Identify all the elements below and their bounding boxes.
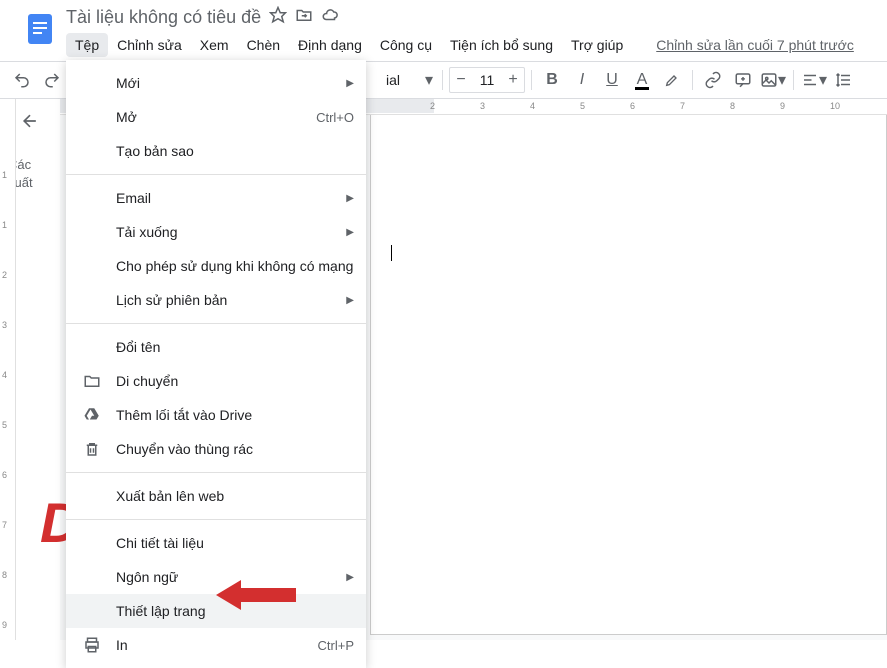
print-icon <box>82 635 102 655</box>
menu-item-add-shortcut[interactable]: Thêm lối tắt vào Drive <box>66 398 366 432</box>
insert-image-button[interactable]: ▾ <box>759 66 787 94</box>
last-edit-link[interactable]: Chỉnh sửa lần cuối 7 phút trước <box>656 37 854 53</box>
menu-item-open[interactable]: MởCtrl+O <box>66 100 366 134</box>
text-color-button[interactable]: A <box>628 66 656 94</box>
move-folder-icon[interactable] <box>295 6 313 29</box>
undo-button[interactable] <box>8 66 36 94</box>
menu-addons[interactable]: Tiện ích bổ sung <box>441 33 562 57</box>
menu-item-download[interactable]: Tải xuống▶ <box>66 215 366 249</box>
redo-button[interactable] <box>38 66 66 94</box>
font-size-control: − 11 + <box>449 67 525 93</box>
font-size-value[interactable]: 11 <box>472 72 502 88</box>
submenu-arrow-icon: ▶ <box>346 572 354 583</box>
font-size-decrease[interactable]: − <box>450 68 472 92</box>
document-title[interactable]: Tài liệu không có tiêu đề <box>66 7 261 28</box>
folder-move-icon <box>82 371 102 391</box>
insert-link-button[interactable] <box>699 66 727 94</box>
bold-button[interactable]: B <box>538 66 566 94</box>
menu-item-move[interactable]: Di chuyển <box>66 364 366 398</box>
align-button[interactable]: ▾ <box>800 66 828 94</box>
submenu-arrow-icon: ▶ <box>346 227 354 238</box>
menu-insert[interactable]: Chèn <box>238 33 289 57</box>
menu-tools[interactable]: Công cụ <box>371 33 441 57</box>
line-spacing-button[interactable] <box>830 66 858 94</box>
menu-edit[interactable]: Chỉnh sửa <box>108 33 191 57</box>
menu-item-print[interactable]: InCtrl+P <box>66 628 366 662</box>
submenu-arrow-icon: ▶ <box>346 295 354 306</box>
trash-icon <box>82 439 102 459</box>
menu-item-language[interactable]: Ngôn ngữ▶ <box>66 560 366 594</box>
document-page[interactable] <box>370 115 887 635</box>
file-menu-dropdown: Mới▶ MởCtrl+O Tạo bản sao Email▶ Tải xuố… <box>66 60 366 668</box>
submenu-arrow-icon: ▶ <box>346 78 354 89</box>
outline-back-icon[interactable] <box>20 111 52 136</box>
vertical-ruler-numbers: 1 1 2 3 4 5 6 7 8 9 <box>2 110 14 641</box>
menu-item-new[interactable]: Mới▶ <box>66 66 366 100</box>
underline-button[interactable]: U <box>598 66 626 94</box>
cloud-status-icon[interactable] <box>321 6 339 29</box>
menu-item-version-history[interactable]: Lịch sử phiên bản▶ <box>66 283 366 317</box>
star-icon[interactable] <box>269 6 287 29</box>
menu-help[interactable]: Trợ giúp <box>562 33 632 57</box>
italic-button[interactable]: I <box>568 66 596 94</box>
menu-item-rename[interactable]: Đổi tên <box>66 330 366 364</box>
menu-item-page-setup[interactable]: Thiết lập trang <box>66 594 366 628</box>
docs-logo[interactable] <box>22 10 58 46</box>
text-cursor <box>391 245 392 261</box>
submenu-arrow-icon: ▶ <box>346 193 354 204</box>
font-dropdown-icon[interactable]: ▾ <box>422 66 436 94</box>
menu-item-email[interactable]: Email▶ <box>66 181 366 215</box>
menu-view[interactable]: Xem <box>191 33 238 57</box>
menu-item-trash[interactable]: Chuyển vào thùng rác <box>66 432 366 466</box>
highlight-button[interactable] <box>658 66 686 94</box>
menu-format[interactable]: Định dạng <box>289 33 371 57</box>
menu-item-make-copy[interactable]: Tạo bản sao <box>66 134 366 168</box>
font-name[interactable]: ial <box>380 72 420 88</box>
menu-file[interactable]: Tệp <box>66 33 108 57</box>
add-comment-button[interactable] <box>729 66 757 94</box>
menu-item-details[interactable]: Chi tiết tài liệu <box>66 526 366 560</box>
menu-item-offline[interactable]: Cho phép sử dụng khi không có mạng <box>66 249 366 283</box>
menu-item-publish[interactable]: Xuất bản lên web <box>66 479 366 513</box>
drive-icon <box>82 405 102 425</box>
font-size-increase[interactable]: + <box>502 68 524 92</box>
